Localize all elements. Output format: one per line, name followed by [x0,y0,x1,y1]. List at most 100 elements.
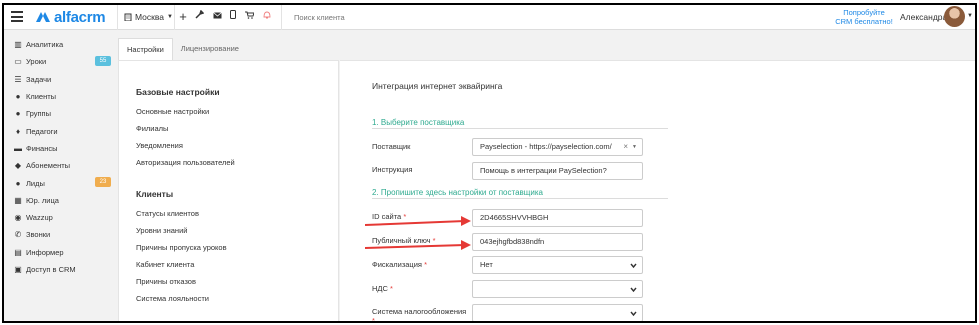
settings-link[interactable]: Статусы клиентов [136,209,199,218]
try-free-line1: Попробуйте [843,8,885,17]
building-icon: ▦ [14,195,22,205]
settings-link[interactable]: Кабинет клиента [136,260,194,269]
site-id-value: 2D4665SHVVHBGH [480,213,549,222]
mail-icon[interactable] [210,10,224,24]
site-id-input[interactable]: 2D4665SHVVHBGH [472,209,643,227]
vat-label: НДС * [372,284,393,293]
vat-label-text: НДС [372,284,388,293]
divider [174,5,175,30]
sidebar-item-label: Абонементы [26,161,71,171]
required-mark: * [424,260,427,269]
informer-icon: ▤ [14,247,22,257]
sidebar-item[interactable]: ◆ Абонементы [4,157,115,174]
sidebar-item-label: Клиенты [26,92,57,102]
calendar-icon: ▭ [14,57,22,67]
section-title-basic: Базовые настройки [136,87,220,97]
sidebar-item[interactable]: ☰ Задачи [4,71,115,88]
annotation-arrows [365,216,471,250]
user-name[interactable]: Александра [900,12,947,22]
menu-icon[interactable] [11,11,23,22]
mobile-icon[interactable] [226,10,240,24]
sidebar-item-label: Доступ в CRM [26,265,76,274]
instruction-link[interactable]: Помощь в интеграции PaySelection? [472,162,643,180]
divider [372,198,668,199]
logo[interactable]: alfacrm [35,9,106,26]
sidebar-item[interactable]: ▤ Информер [4,244,115,261]
users-icon: ● [15,109,21,119]
step-2-title: 2. Пропишите здесь настройки от поставщи… [372,188,543,197]
sidebar-item[interactable]: ● Клиенты [4,88,115,105]
required-mark: * [372,316,375,323]
instruction-label: Инструкция [372,165,413,174]
tasks-icon: ☰ [14,74,22,84]
city-select[interactable]: Москва ▼ [124,12,173,22]
settings-link[interactable]: Основные настройки [136,107,209,116]
tag-icon: ◆ [14,161,22,171]
sidebar-item-label: Wazzup [26,213,53,223]
sidebar-item[interactable]: ▭ Уроки 55 [4,53,115,70]
chevron-down-icon [630,311,637,317]
sidebar-item[interactable]: ● Лиды 23 [4,174,115,191]
fiscal-value: Нет [480,260,493,269]
chevron-down-icon [630,263,637,269]
chevron-down-icon[interactable]: ▼ [967,13,973,19]
sidebar-item[interactable]: ◉ Wazzup [4,209,115,226]
vat-select[interactable] [472,280,643,298]
settings-link[interactable]: Система лояльности [136,294,209,303]
fiscal-label-text: Фискализация [372,260,422,269]
chevron-down-icon [630,287,637,293]
sidebar-item[interactable]: ♦ Педагоги [4,122,115,139]
bell-icon[interactable] [260,10,274,24]
step-1-title: 1. Выберите поставщика [372,118,465,127]
tax-select[interactable] [472,304,643,321]
sidebar-item[interactable]: ✆ Звонки [4,226,115,243]
acquiring-form: Интеграция интернет эквайринга 1. Выбери… [340,60,975,323]
sidebar-item[interactable]: ▬ Финансы [4,140,115,157]
sidebar-item-label: Уроки [26,57,47,67]
wrench-icon[interactable] [192,9,206,24]
sidebar-item[interactable]: ▣ Доступ в CRM [4,261,115,278]
sidebar-item-label: Педагоги [26,126,58,136]
sidebar-item-label: Группы [26,109,51,119]
chevron-down-icon: ▼ [167,14,173,20]
sidebar-item[interactable]: ● Группы [4,105,115,122]
cart-icon[interactable] [242,10,256,24]
analytics-icon: ▥ [14,40,22,50]
form-title: Интеграция интернет эквайринга [372,81,503,91]
section-title-clients: Клиенты [136,189,174,199]
sidebar-item-label: Звонки [26,230,51,240]
settings-link[interactable]: Причины отказов [136,277,196,286]
search-input[interactable] [294,9,594,25]
top-bar: alfacrm Москва ▼ + Поиск клиента Попробу… [4,5,975,30]
sidebar: ▥ Аналитика ▭ Уроки 55 ☰ Задачи ● Клиенты ● Группы… [4,36,115,278]
settings-link[interactable]: Уровни знаний [136,226,187,235]
public-key-input[interactable]: 043ejhgfbd838ndfn [472,233,643,251]
divider [281,5,282,30]
count-badge: 23 [95,177,111,188]
clear-icon[interactable]: × [623,139,628,155]
tab[interactable]: Лицензирование [173,38,247,60]
divider [117,5,118,30]
sidebar-item-label: Информер [26,247,64,257]
settings-link[interactable]: Уведомления [136,141,183,150]
try-free-link[interactable]: Попробуйте CRM бесплатно! [826,8,902,26]
fiscal-select[interactable]: Нет [472,256,643,274]
try-free-line2: CRM бесплатно! [835,17,893,26]
plus-icon[interactable]: + [176,10,190,24]
user-plus-icon: ● [15,178,21,188]
money-icon: ▬ [14,143,22,153]
provider-select[interactable]: Payselection - https://payselection.com/… [472,138,643,156]
building-icon [124,13,132,21]
required-mark: * [390,284,393,293]
sidebar-item[interactable]: ▥ Аналитика [4,36,115,53]
tab[interactable]: Настройки [118,38,173,60]
user-icon: ● [15,92,21,102]
avatar[interactable] [944,6,965,27]
sidebar-item[interactable]: ▦ Юр. лица [4,192,115,209]
app-window: alfacrm Москва ▼ + Поиск клиента Попробу… [2,3,977,323]
settings-link[interactable]: Авторизация пользователей [136,158,235,167]
fiscal-label: Фискализация * [372,260,427,269]
sidebar-item-label: Задачи [26,74,52,84]
settings-link[interactable]: Филиалы [136,124,168,133]
settings-link[interactable]: Причины пропуска уроков [136,243,227,252]
